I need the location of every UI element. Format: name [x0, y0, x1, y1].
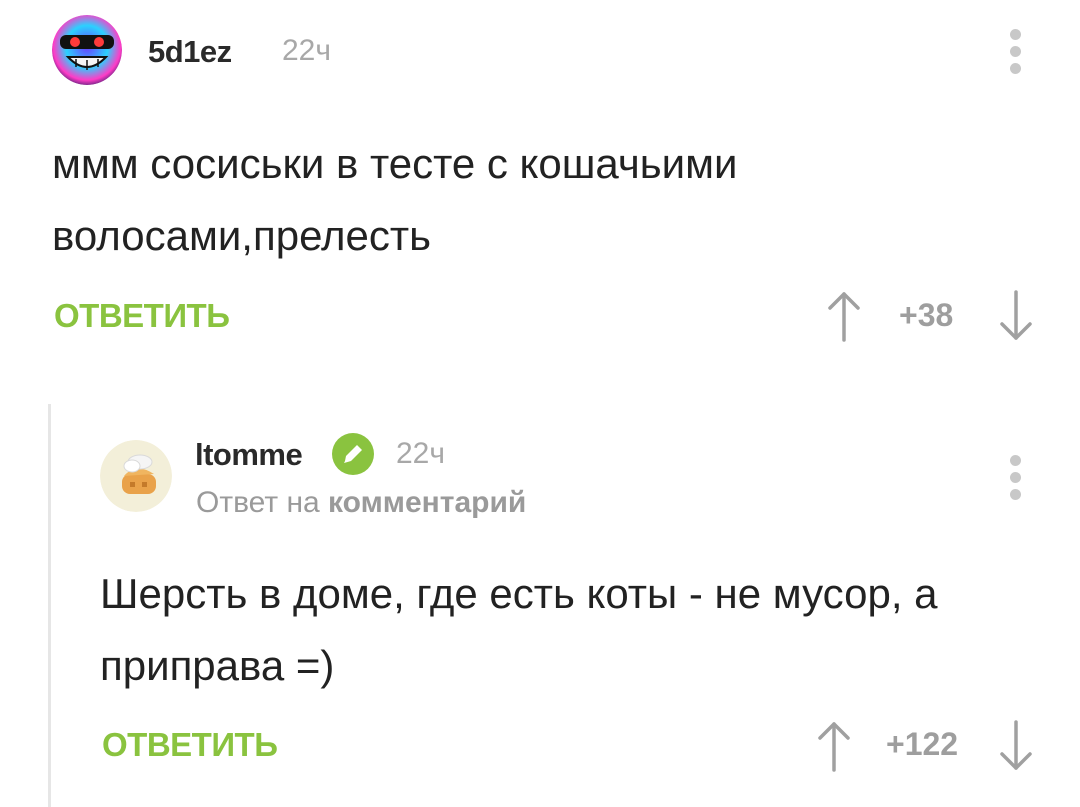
more-vertical-icon[interactable]: [1006, 27, 1026, 77]
arrow-up-icon[interactable]: [816, 720, 852, 772]
reply-button[interactable]: ОТВЕТИТЬ: [102, 726, 278, 764]
comment-username[interactable]: 5d1ez: [148, 34, 232, 70]
reply-to-link[interactable]: комментарий: [328, 486, 526, 519]
more-vertical-icon[interactable]: [1006, 453, 1026, 503]
user-avatar[interactable]: [52, 15, 122, 85]
arrow-down-icon[interactable]: [998, 720, 1034, 772]
user-avatar[interactable]: [100, 440, 172, 512]
comment-time: 22ч: [282, 34, 331, 67]
reply-button[interactable]: ОТВЕТИТЬ: [54, 297, 230, 335]
arrow-up-icon[interactable]: [826, 290, 862, 342]
reply-to-prefix: Ответ на: [196, 486, 320, 519]
comment-rating: +38: [899, 297, 954, 333]
comment-rating: +122: [886, 726, 959, 762]
pencil-badge-icon: [332, 433, 374, 475]
avatar-image: [100, 440, 172, 512]
arrow-down-icon[interactable]: [998, 290, 1034, 342]
comment-time: 22ч: [396, 437, 445, 470]
comment-text: Шерсть в доме, где есть коты - не мусор,…: [100, 570, 938, 689]
avatar-image: [52, 15, 122, 85]
comment-username[interactable]: ltomme: [195, 437, 303, 473]
comment: 5d1ez 22ч ммм сосиськи в тесте с кошачьи…: [0, 0, 1080, 380]
comment-text: ммм сосиськи в тесте с кошачьими волосам…: [52, 140, 738, 259]
reply-to-line: Ответ на комментарий: [196, 486, 526, 520]
